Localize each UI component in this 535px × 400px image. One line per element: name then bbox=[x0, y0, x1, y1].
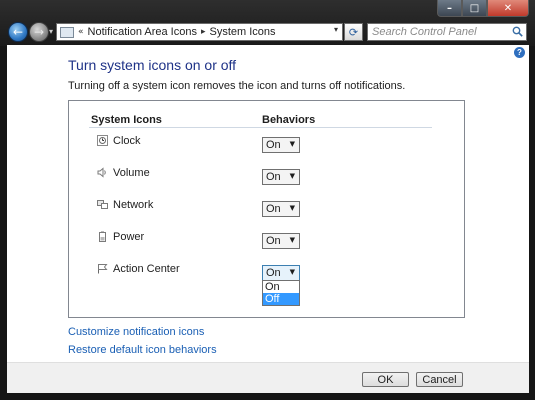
caption-buttons: – □ ✕ bbox=[437, 0, 529, 17]
dropdown-option-on[interactable]: On bbox=[263, 281, 299, 293]
dropdown-option-off[interactable]: Off bbox=[263, 293, 299, 305]
history-chevron-icon[interactable]: « bbox=[78, 27, 84, 37]
maximize-button[interactable]: □ bbox=[462, 0, 487, 17]
restore-default-icon-behaviors-link[interactable]: Restore default icon behaviors bbox=[68, 344, 217, 356]
address-bar[interactable]: « Notification Area Icons ▸ System Icons… bbox=[56, 23, 343, 41]
breadcrumb-system-icons[interactable]: System Icons bbox=[210, 26, 276, 38]
chevron-down-icon: ▼ bbox=[289, 268, 295, 276]
forward-button[interactable]: → bbox=[29, 22, 49, 42]
behavior-value-network: On bbox=[266, 203, 281, 215]
volume-icon bbox=[97, 167, 106, 178]
behavior-select-action-center[interactable]: On ▼ bbox=[262, 265, 300, 281]
ok-button[interactable]: OK bbox=[362, 372, 409, 387]
row-label-volume: Volume bbox=[113, 167, 150, 179]
help-icon[interactable]: ? bbox=[514, 47, 525, 58]
search-input[interactable] bbox=[368, 24, 506, 40]
control-panel-window: – □ ✕ ← → ▾ « Notification Area Icons ▸ … bbox=[0, 0, 535, 400]
behavior-select-volume[interactable]: On ▼ bbox=[262, 169, 300, 185]
customize-notification-icons-link[interactable]: Customize notification icons bbox=[68, 326, 204, 338]
address-dropdown-icon[interactable]: ▾ bbox=[334, 25, 338, 34]
row-label-clock: Clock bbox=[113, 135, 141, 147]
back-button[interactable]: ← bbox=[8, 22, 28, 42]
minimize-button[interactable]: – bbox=[437, 0, 462, 17]
page-title: Turn system icons on or off bbox=[68, 57, 237, 73]
column-header-behaviors: Behaviors bbox=[262, 114, 316, 126]
search-icon[interactable] bbox=[512, 26, 523, 37]
row-label-action-center: Action Center bbox=[113, 263, 180, 275]
row-label-power: Power bbox=[113, 231, 145, 243]
behavior-value-volume: On bbox=[266, 171, 281, 183]
chevron-down-icon: ▼ bbox=[289, 172, 295, 180]
behavior-select-power[interactable]: On ▼ bbox=[262, 233, 300, 249]
power-icon bbox=[99, 231, 106, 242]
button-bar: OK Cancel bbox=[7, 362, 529, 393]
behavior-dropdown-list: On Off bbox=[262, 280, 300, 306]
refresh-button[interactable]: ⟳ bbox=[344, 23, 363, 41]
header-divider bbox=[89, 127, 432, 128]
cancel-button[interactable]: Cancel bbox=[416, 372, 463, 387]
action-center-flag-icon bbox=[98, 264, 108, 274]
control-panel-icon bbox=[60, 26, 74, 38]
title-bar: – □ ✕ ← → ▾ « Notification Area Icons ▸ … bbox=[0, 0, 535, 46]
clock-icon bbox=[97, 135, 108, 146]
row-label-network: Network bbox=[113, 199, 154, 211]
client-area: ? Turn system icons on or off Turning of… bbox=[7, 45, 529, 362]
chevron-down-icon: ▼ bbox=[289, 236, 295, 244]
behavior-value-action-center: On bbox=[266, 267, 281, 279]
page-description: Turning off a system icon removes the ic… bbox=[68, 80, 406, 92]
recent-pages-dropdown-icon[interactable]: ▾ bbox=[49, 27, 53, 36]
behavior-select-clock[interactable]: On ▼ bbox=[262, 137, 300, 153]
behavior-value-clock: On bbox=[266, 139, 281, 151]
chevron-down-icon: ▼ bbox=[289, 140, 295, 148]
chevron-down-icon: ▼ bbox=[289, 204, 295, 212]
close-button[interactable]: ✕ bbox=[487, 0, 529, 17]
search-box[interactable] bbox=[367, 23, 527, 41]
column-header-system-icons: System Icons bbox=[91, 114, 162, 126]
behavior-select-network[interactable]: On ▼ bbox=[262, 201, 300, 217]
breadcrumb-separator-icon[interactable]: ▸ bbox=[201, 27, 206, 37]
system-icons-panel: System Icons Behaviors Clock On ▼ Volume bbox=[68, 100, 465, 318]
network-icon bbox=[97, 200, 108, 209]
behavior-value-power: On bbox=[266, 235, 281, 247]
breadcrumb-notification-area-icons[interactable]: Notification Area Icons bbox=[88, 26, 197, 38]
